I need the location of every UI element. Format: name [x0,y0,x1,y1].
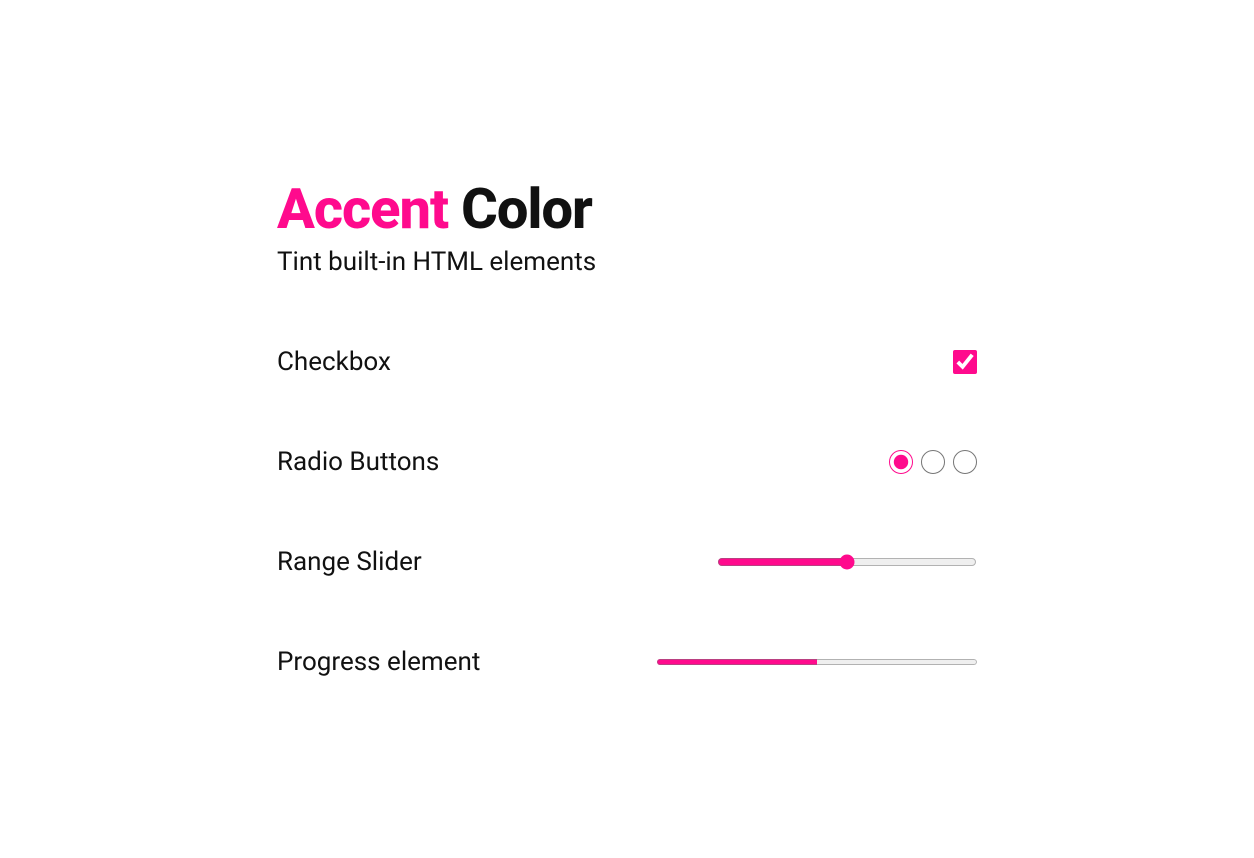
radio-option-1[interactable] [889,450,913,474]
progress-label: Progress element [277,647,480,677]
range-label: Range Slider [277,547,422,577]
range-controls [717,554,977,570]
checkbox-label: Checkbox [277,347,391,377]
radio-option-3[interactable] [953,450,977,474]
page-subtitle: Tint built-in HTML elements [277,247,977,277]
title-rest-word: Color [448,176,592,242]
radio-controls [889,450,977,474]
progress-row: Progress element [277,647,977,677]
radio-label: Radio Buttons [277,447,439,477]
content-container: Accent Color Tint built-in HTML elements… [277,180,977,677]
checkbox-controls [953,350,977,374]
title-accent-word: Accent [277,176,448,242]
checkbox-input[interactable] [953,350,977,374]
progress-controls [657,656,977,668]
radio-option-2[interactable] [921,450,945,474]
range-slider[interactable] [717,554,977,570]
range-row: Range Slider [277,547,977,577]
checkbox-row: Checkbox [277,347,977,377]
page-title: Accent Color [277,180,977,239]
radio-row: Radio Buttons [277,447,977,477]
progress-element [657,656,977,668]
